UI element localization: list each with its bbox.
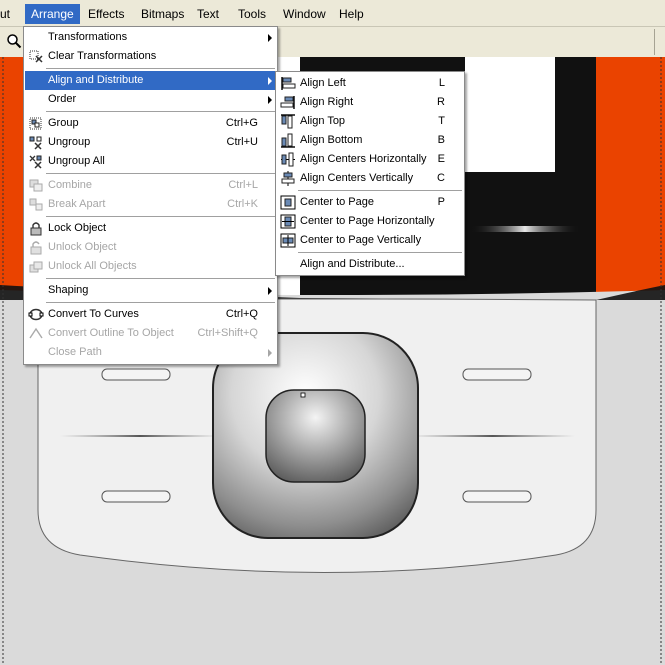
menu-item-group[interactable]: Group Ctrl+G (25, 114, 276, 133)
clear-transform-icon (29, 50, 43, 63)
align-distribute-submenu: Align Left L Align Right R Align Top T A… (275, 71, 465, 276)
menu-item-center-to-page-vertically[interactable]: Center to Page Vertically (277, 231, 463, 250)
menu-item-align-centers-horizontally[interactable]: Align Centers Horizontally E (277, 150, 463, 169)
unlock-all-icon (29, 261, 43, 273)
zoom-icon[interactable] (6, 33, 22, 49)
menu-item-align-and-distribute[interactable]: Align and Distribute (25, 71, 276, 90)
menu-bitmaps[interactable]: Bitmaps (135, 4, 190, 24)
submenu-arrow-icon (268, 34, 272, 42)
arrange-menu: Transformations Clear Transformations Al… (23, 26, 278, 365)
menu-item-unlock-all-objects[interactable]: Unlock All Objects (25, 257, 276, 276)
ungroup-all-icon (29, 155, 42, 169)
menu-item-convert-to-curves[interactable]: Convert To Curves Ctrl+Q (25, 305, 276, 324)
align-top-icon (281, 114, 295, 129)
toolbar-separator (654, 29, 655, 55)
align-centers-v-icon (281, 171, 295, 186)
submenu-arrow-icon (268, 77, 272, 85)
menu-item-unlock-object[interactable]: Unlock Object (25, 238, 276, 257)
menu-item-ungroup-all[interactable]: Ungroup All (25, 152, 276, 171)
convert-curves-icon (28, 308, 44, 321)
center-page-v-icon (280, 233, 296, 248)
combine-icon (29, 179, 43, 192)
submenu-arrow-icon (268, 349, 272, 357)
menu-item-center-to-page[interactable]: Center to Page P (277, 193, 463, 212)
ungroup-icon (29, 136, 42, 150)
submenu-arrow-icon (268, 287, 272, 295)
menu-help[interactable]: Help (333, 4, 370, 24)
menu-text[interactable]: Text (191, 4, 225, 24)
menu-tools[interactable]: Tools (232, 4, 272, 24)
menu-item-shaping[interactable]: Shaping (25, 281, 276, 300)
unlock-icon (30, 241, 42, 255)
menu-layout[interactable]: ut (0, 4, 16, 24)
align-right-icon (280, 96, 295, 109)
menu-item-ungroup[interactable]: Ungroup Ctrl+U (25, 133, 276, 152)
menu-item-break-apart[interactable]: Break Apart Ctrl+K (25, 195, 276, 214)
menu-item-center-to-page-horizontally[interactable]: Center to Page Horizontally (277, 212, 463, 231)
lock-icon (30, 222, 42, 236)
menu-item-transformations[interactable]: Transformations (25, 28, 276, 47)
menu-item-align-and-distribute-dialog[interactable]: Align and Distribute... (277, 255, 463, 274)
menu-item-convert-outline-to-object[interactable]: Convert Outline To Object Ctrl+Shift+Q (25, 324, 276, 343)
menu-item-align-centers-vertically[interactable]: Align Centers Vertically C (277, 169, 463, 188)
align-left-icon (281, 77, 296, 90)
menu-item-clear-transformations[interactable]: Clear Transformations (25, 47, 276, 66)
menu-item-close-path[interactable]: Close Path (25, 343, 276, 362)
group-icon (29, 117, 42, 130)
menu-item-align-right[interactable]: Align Right R (277, 93, 463, 112)
submenu-arrow-icon (268, 96, 272, 104)
center-page-icon (280, 195, 296, 210)
menu-arrange[interactable]: Arrange (25, 4, 80, 24)
menu-effects[interactable]: Effects (82, 4, 130, 24)
menu-item-lock-object[interactable]: Lock Object (25, 219, 276, 238)
menu-item-align-top[interactable]: Align Top T (277, 112, 463, 131)
menu-item-align-left[interactable]: Align Left L (277, 74, 463, 93)
menu-item-align-bottom[interactable]: Align Bottom B (277, 131, 463, 150)
convert-outline-icon (29, 327, 43, 339)
menu-item-order[interactable]: Order (25, 90, 276, 109)
break-apart-icon (29, 198, 43, 211)
align-centers-h-icon (281, 152, 295, 167)
menu-bar: ut Arrange Effects Bitmaps Text Tools Wi… (0, 0, 665, 27)
menu-window[interactable]: Window (277, 4, 332, 24)
center-page-h-icon (280, 214, 296, 229)
menu-item-combine[interactable]: Combine Ctrl+L (25, 176, 276, 195)
align-bottom-icon (281, 133, 295, 148)
